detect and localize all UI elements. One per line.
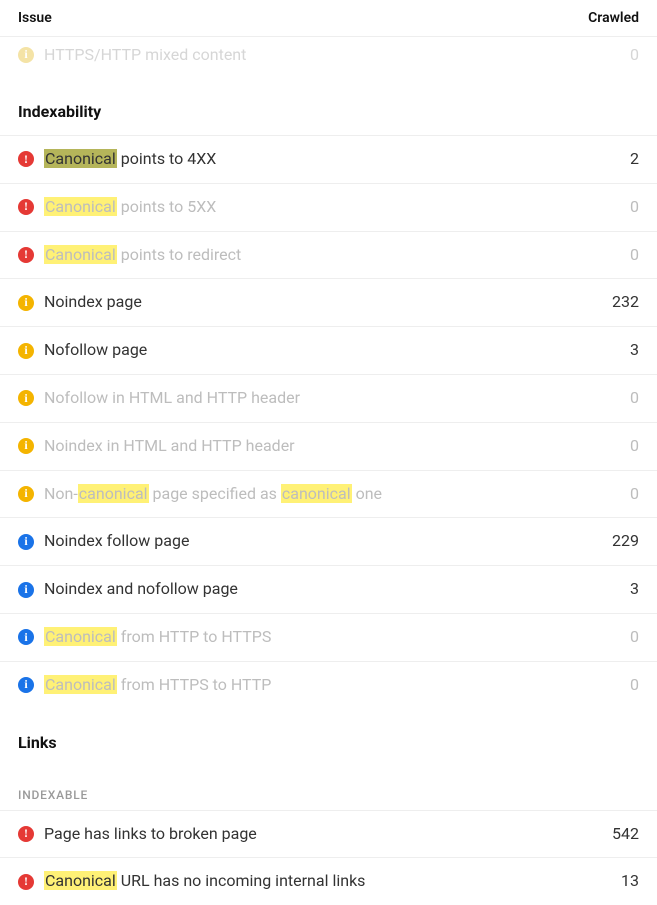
issue-row[interactable]: ! Canonical points to redirect 0 [0, 231, 657, 279]
warn-icon: i [18, 47, 34, 63]
issue-row[interactable]: i Canonical from HTTPS to HTTP 0 [0, 661, 657, 709]
info-icon: i [18, 534, 34, 550]
issue-label: Noindex in HTML and HTTP header [44, 436, 295, 457]
issue-count: 0 [630, 245, 639, 266]
warn-icon: i [18, 343, 34, 359]
issue-row[interactable]: i Noindex follow page 229 [0, 517, 657, 565]
warn-icon: i [18, 295, 34, 311]
issue-count: 3 [630, 579, 639, 600]
issue-count: 0 [630, 388, 639, 409]
info-icon: i [18, 582, 34, 598]
issue-count: 0 [630, 675, 639, 696]
info-icon: i [18, 677, 34, 693]
info-icon: i [18, 629, 34, 645]
warn-icon: i [18, 438, 34, 454]
warn-icon: i [18, 486, 34, 502]
issue-count: 0 [630, 627, 639, 648]
issue-label: Noindex page [44, 292, 142, 313]
issue-row[interactable]: i Noindex in HTML and HTTP header 0 [0, 422, 657, 470]
error-icon: ! [18, 874, 34, 890]
issue-count: 0 [630, 197, 639, 218]
issue-label: Canonical points to redirect [44, 245, 241, 266]
issue-count: 13 [621, 871, 639, 892]
issue-label: Canonical points to 4XX [44, 149, 216, 170]
issue-label: Noindex follow page [44, 531, 189, 552]
col-issue: Issue [18, 10, 52, 26]
issue-row[interactable]: ! Page has links to broken page 542 [0, 810, 657, 858]
issue-row[interactable]: i Noindex and nofollow page 3 [0, 565, 657, 613]
issue-row[interactable]: i Nofollow page 3 [0, 326, 657, 374]
issue-count: 542 [612, 824, 639, 845]
issue-count: 3 [630, 340, 639, 361]
section-title: Indexability [0, 78, 657, 135]
col-crawled: Crawled [588, 10, 639, 26]
issue-count: 0 [630, 484, 639, 505]
issue-row[interactable]: i Canonical from HTTP to HTTPS 0 [0, 613, 657, 661]
issue-row[interactable]: i Nofollow in HTML and HTTP header 0 [0, 374, 657, 422]
issue-row[interactable]: ! Canonical points to 4XX 2 [0, 135, 657, 183]
issue-label: Canonical points to 5XX [44, 197, 216, 218]
issue-label: Canonical from HTTPS to HTTP [44, 675, 271, 696]
issue-label: Canonical URL has no incoming internal l… [44, 871, 365, 892]
issue-count: 229 [612, 531, 639, 552]
issue-count: 2 [630, 149, 639, 170]
issue-count: 0 [630, 436, 639, 457]
issue-label: HTTPS/HTTP mixed content [44, 45, 246, 64]
error-icon: ! [18, 199, 34, 215]
issue-count: 232 [612, 292, 639, 313]
issue-label: Canonical from HTTP to HTTPS [44, 627, 271, 648]
issue-count: 0 [630, 45, 639, 64]
issue-row[interactable]: i Non-canonical page specified as canonic… [0, 470, 657, 518]
issue-row[interactable]: i Noindex page 232 [0, 278, 657, 326]
issue-label: Nofollow in HTML and HTTP header [44, 388, 300, 409]
issue-row[interactable]: ! Canonical points to 5XX 0 [0, 183, 657, 231]
issue-label: Nofollow page [44, 340, 147, 361]
warn-icon: i [18, 390, 34, 406]
subsection-label: INDEXABLE [0, 766, 657, 810]
issue-label: Noindex and nofollow page [44, 579, 238, 600]
issue-row[interactable]: ! Canonical URL has no incoming internal … [0, 857, 657, 905]
table-header: Issue Crawled [0, 0, 657, 37]
issue-label: Non-canonical page specified as canonica… [44, 484, 382, 505]
error-icon: ! [18, 151, 34, 167]
issue-row-faded[interactable]: i HTTPS/HTTP mixed content 0 [0, 37, 657, 78]
section-title: Links [0, 709, 657, 766]
issue-label: Page has links to broken page [44, 824, 257, 845]
error-icon: ! [18, 826, 34, 842]
error-icon: ! [18, 247, 34, 263]
